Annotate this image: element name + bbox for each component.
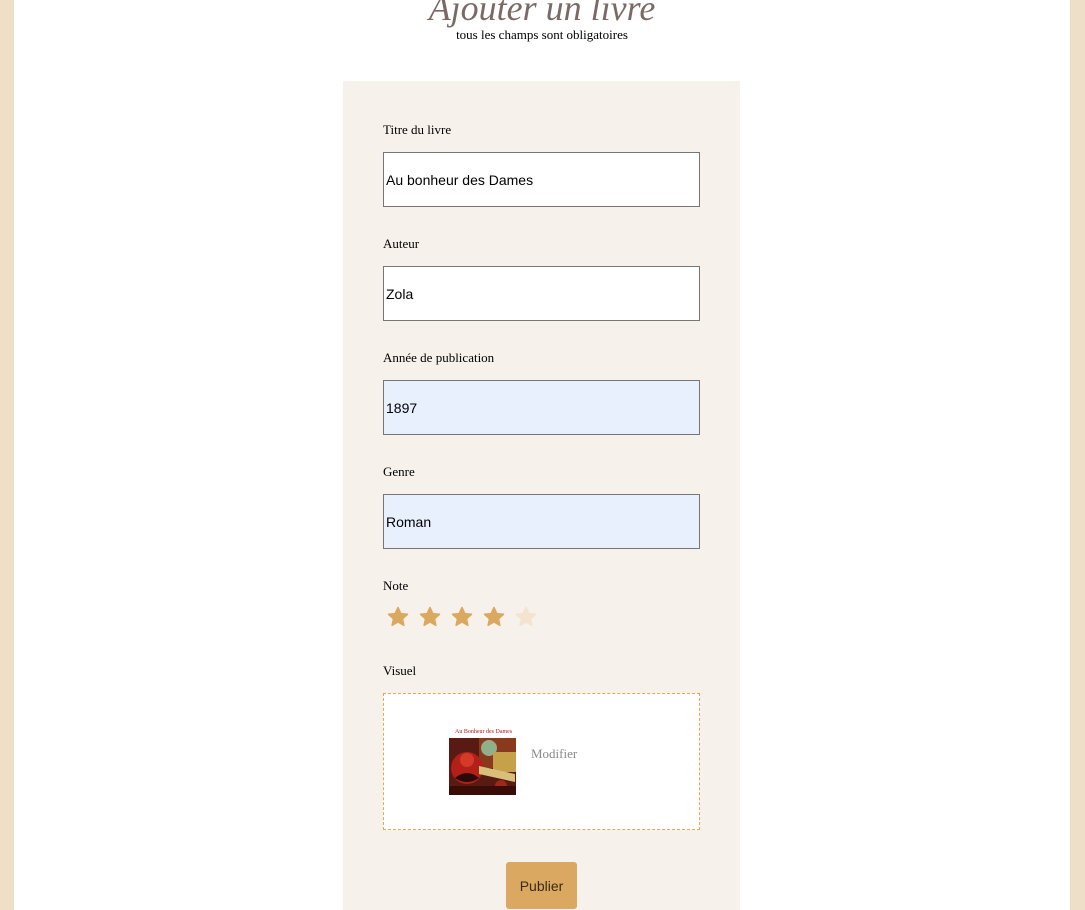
visual-upload-area[interactable]: Au Bonheur des Dames Modifier <box>383 693 700 830</box>
modify-visual-link[interactable]: Modifier <box>531 746 577 762</box>
genre-label: Genre <box>383 464 415 479</box>
year-input[interactable] <box>383 380 700 435</box>
cover-thumbnail: Au Bonheur des Dames <box>449 727 516 795</box>
author-input[interactable] <box>383 266 700 321</box>
star-filled-icon[interactable] <box>482 605 506 629</box>
publish-button[interactable]: Publier <box>506 862 577 909</box>
cover-artwork <box>449 738 516 795</box>
genre-input[interactable] <box>383 494 700 549</box>
cover-title-text: Au Bonheur des Dames <box>455 729 513 735</box>
rating-label: Note <box>383 578 409 593</box>
author-label: Auteur <box>383 236 420 251</box>
year-label: Année de publication <box>383 350 495 365</box>
page-subtitle: tous les champs sont obligatoires <box>456 27 628 42</box>
page-title: Ajouter un livre <box>428 0 656 28</box>
star-filled-icon[interactable] <box>386 605 410 629</box>
star-filled-icon[interactable] <box>418 605 442 629</box>
star-empty-icon[interactable] <box>514 605 538 629</box>
star-filled-icon[interactable] <box>450 605 474 629</box>
rating-stars <box>386 605 538 629</box>
title-input[interactable] <box>383 152 700 207</box>
visual-label: Visuel <box>383 663 417 678</box>
page: Ajouter un livre tous les champs sont ob… <box>14 0 1070 910</box>
add-book-form: Titre du livre Auteur Année de publicati… <box>343 81 740 910</box>
title-label: Titre du livre <box>383 122 452 137</box>
